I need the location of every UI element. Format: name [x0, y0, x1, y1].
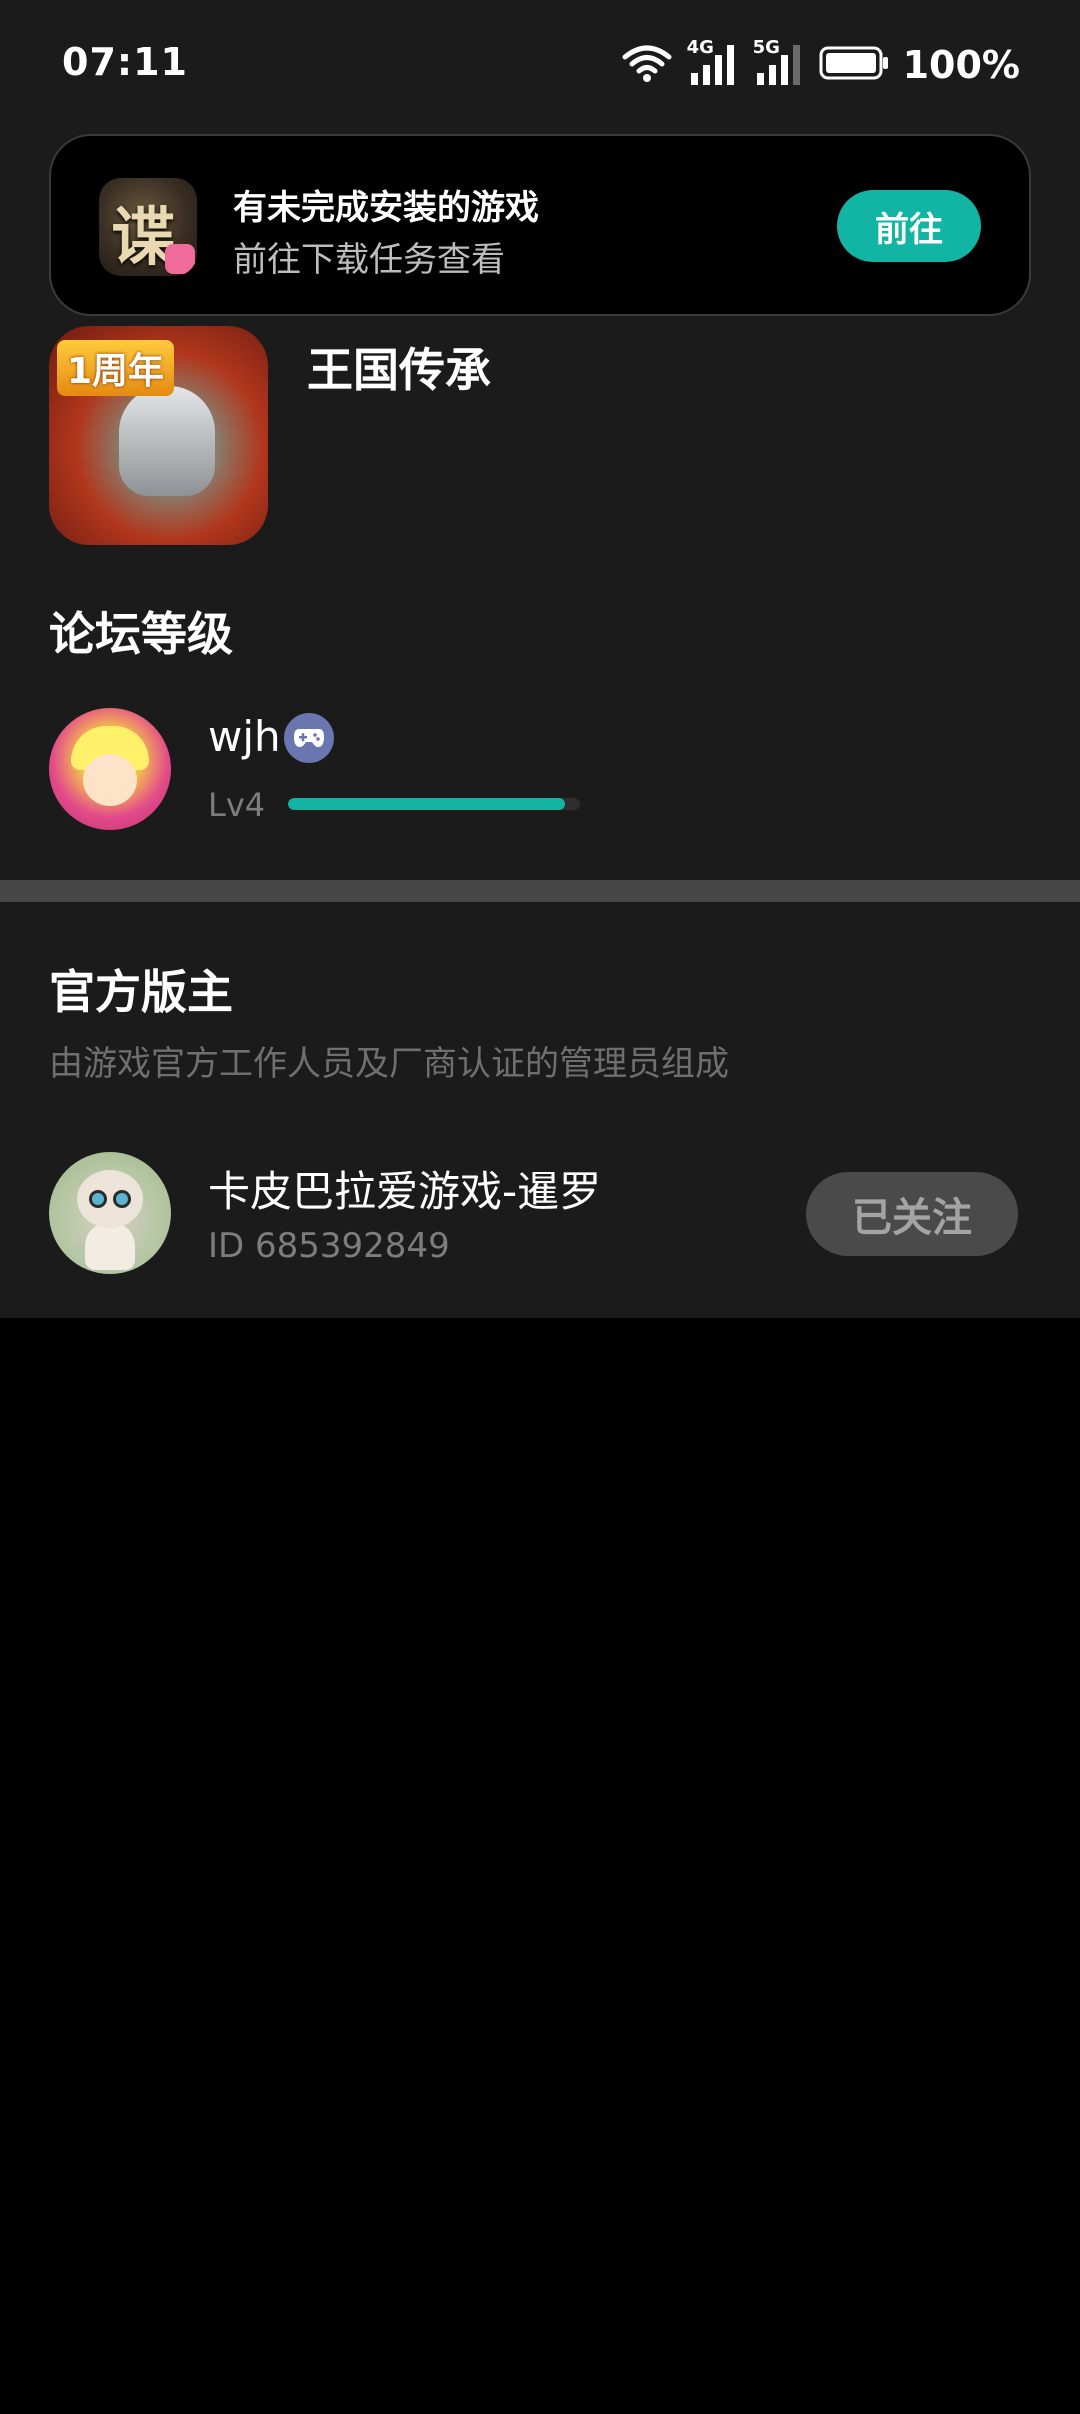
- level-label: Lv4: [208, 786, 266, 824]
- status-bar: 07:11 4G 5G 100%: [0, 0, 1080, 128]
- gamepad-icon: [284, 713, 334, 763]
- moderator-id: ID 685392849: [208, 1226, 450, 1266]
- cat-head: [77, 1170, 143, 1228]
- anniversary-badge: 1周年: [57, 340, 175, 396]
- section-divider: [0, 880, 1080, 902]
- followed-button[interactable]: 已关注: [806, 1172, 1018, 1256]
- battery-icon: [819, 45, 889, 85]
- game-title: 王国传承: [307, 343, 491, 397]
- moderator-avatar[interactable]: [49, 1152, 171, 1274]
- cat-body: [85, 1222, 135, 1270]
- status-icons: 4G 5G 100%: [621, 37, 1020, 90]
- level-progress-fill: [288, 798, 566, 810]
- banner-subtitle: 前往下载任务查看: [233, 240, 505, 280]
- go-button[interactable]: 前往: [837, 190, 981, 262]
- level-progress-bar: [288, 798, 580, 810]
- install-notification-banner[interactable]: 谍 有未完成安装的游戏 前往下载任务查看 前往: [49, 134, 1031, 316]
- user-avatar[interactable]: [49, 708, 171, 830]
- pending-game-icon: 谍: [99, 178, 197, 276]
- battery-percent: 100%: [902, 43, 1020, 87]
- status-time: 07:11: [62, 40, 188, 84]
- banner-title: 有未完成安装的游戏: [233, 188, 539, 228]
- cat-eye-right: [113, 1190, 131, 1208]
- username: wjh: [208, 712, 281, 761]
- moderator-name: 卡皮巴拉爱游戏-暹罗: [208, 1167, 602, 1216]
- cat-eye-left: [89, 1190, 107, 1208]
- official-moderators-desc: 由游戏官方工作人员及厂商认证的管理员组成: [49, 1044, 729, 1084]
- game-icon[interactable]: 1周年: [49, 326, 268, 545]
- avatar-face: [83, 754, 137, 806]
- app-badge-icon: [165, 244, 195, 274]
- signal-4g-icon: 4G: [687, 37, 739, 87]
- signal-5g-icon: 5G: [753, 37, 805, 87]
- wifi-icon: [621, 43, 673, 87]
- forum-level-title: 论坛等级: [49, 607, 233, 661]
- knight-helmet-icon: [119, 386, 215, 496]
- official-moderators-title: 官方版主: [49, 965, 233, 1019]
